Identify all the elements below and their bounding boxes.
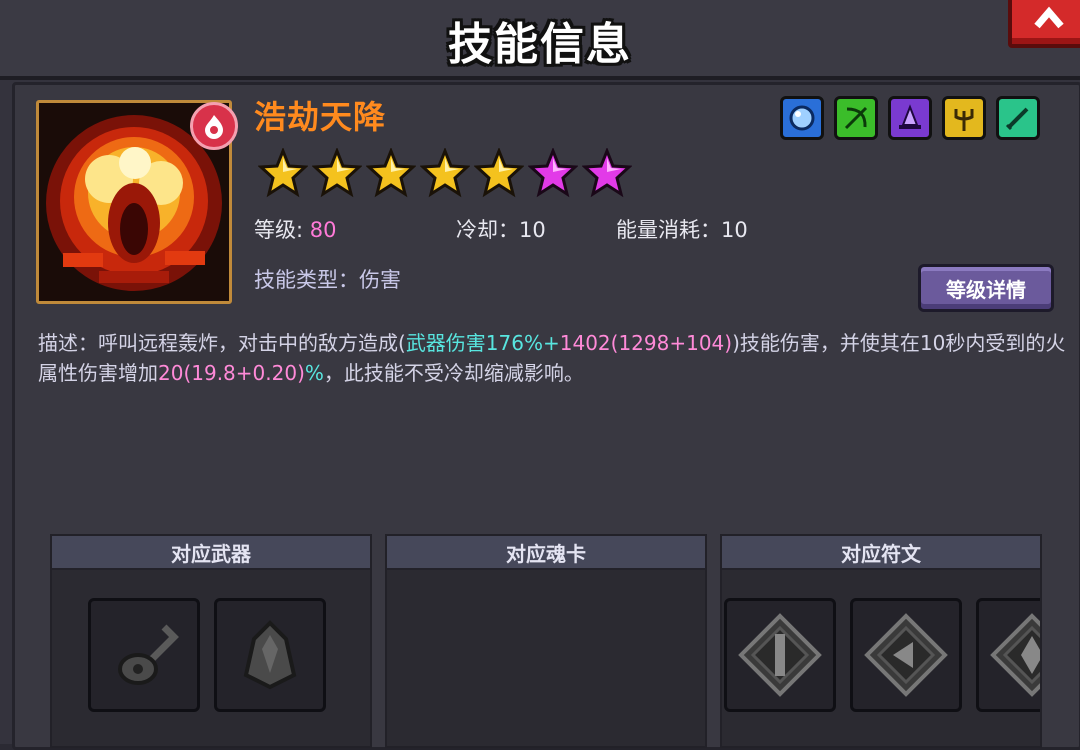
gold-star-icon [420, 148, 470, 198]
rune-slot[interactable] [976, 598, 1040, 712]
rune-crystal-icon [990, 613, 1040, 697]
pink-star-icon [528, 148, 578, 198]
weapon-slot[interactable] [88, 598, 200, 712]
wizard-hat-icon[interactable] [888, 96, 932, 140]
skill-type: 技能类型：伤害 [254, 264, 401, 294]
level-stat: 等级: 80 [254, 214, 337, 244]
percent-sign: % [304, 361, 324, 385]
blade-icon[interactable] [996, 96, 1040, 140]
soul-cards-section-title: 对应魂卡 [387, 536, 705, 570]
energy-label: 能量消耗： [616, 218, 721, 242]
window-title: 技能信息 [448, 19, 632, 70]
level-value: 80 [309, 218, 337, 242]
gold-star-icon [474, 148, 524, 198]
fire-element-badge [190, 102, 238, 150]
runes-section: 对应符文 [720, 534, 1042, 748]
collapse-button[interactable] [1008, 0, 1080, 48]
soul-cards-section: 对应魂卡 [385, 534, 707, 748]
skill-type-value: 伤害 [359, 268, 401, 292]
weapon-slot[interactable] [214, 598, 326, 712]
damage-value-text: 1402(1298+104) [559, 331, 733, 355]
rune-slot[interactable] [850, 598, 962, 712]
rune-sword-icon [738, 613, 822, 697]
star-rating [258, 148, 632, 198]
level-details-button[interactable]: 等级详情 [918, 264, 1054, 312]
attribute-icons [780, 96, 1040, 140]
skill-name: 浩劫天降 [254, 98, 387, 136]
gold-star-icon [258, 148, 308, 198]
weapon-damage-text: 武器伤害176%+ [405, 331, 560, 355]
flame-icon [205, 115, 223, 139]
cooldown-stat: 冷却：10 [456, 214, 546, 244]
skill-description: 描述：呼叫远程轰炸，对击中的敌方造成(武器伤害176%+1402(1298+10… [38, 328, 1068, 388]
energy-value: 10 [721, 218, 748, 242]
runes-section-title: 对应符文 [722, 536, 1040, 570]
skill-type-label: 技能类型： [254, 268, 359, 292]
level-label: 等级: [254, 218, 304, 242]
gold-star-icon [366, 148, 416, 198]
rune-arrow-icon [864, 613, 948, 697]
skill-info-window: 技能信息 浩劫天降 等级: 80 冷却：10 能量消耗：10 技能类型：伤害 等… [0, 0, 1080, 750]
chevron-up-icon [1034, 6, 1064, 29]
pink-star-icon [582, 148, 632, 198]
trident-icon[interactable] [942, 96, 986, 140]
bow-icon[interactable] [834, 96, 878, 140]
cooldown-label: 冷却： [456, 218, 519, 242]
rune-slot[interactable] [724, 598, 836, 712]
water-orb-icon[interactable] [780, 96, 824, 140]
weapons-section-title: 对应武器 [52, 536, 370, 570]
guitar-weapon-icon [118, 624, 179, 685]
energy-stat: 能量消耗：10 [616, 214, 748, 244]
title-bar: 技能信息 [0, 0, 1080, 80]
increase-value-text: 20(19.8+0.20) [158, 361, 305, 385]
description-prefix: 描述：呼叫远程轰炸，对击中的敌方造成( [38, 331, 406, 355]
weapons-section: 对应武器 [50, 534, 372, 748]
cooldown-value: 10 [519, 218, 546, 242]
description-suffix: ，此技能不受冷却缩减影响。 [323, 361, 584, 385]
armor-weapon-icon [243, 620, 297, 690]
gold-star-icon [312, 148, 362, 198]
